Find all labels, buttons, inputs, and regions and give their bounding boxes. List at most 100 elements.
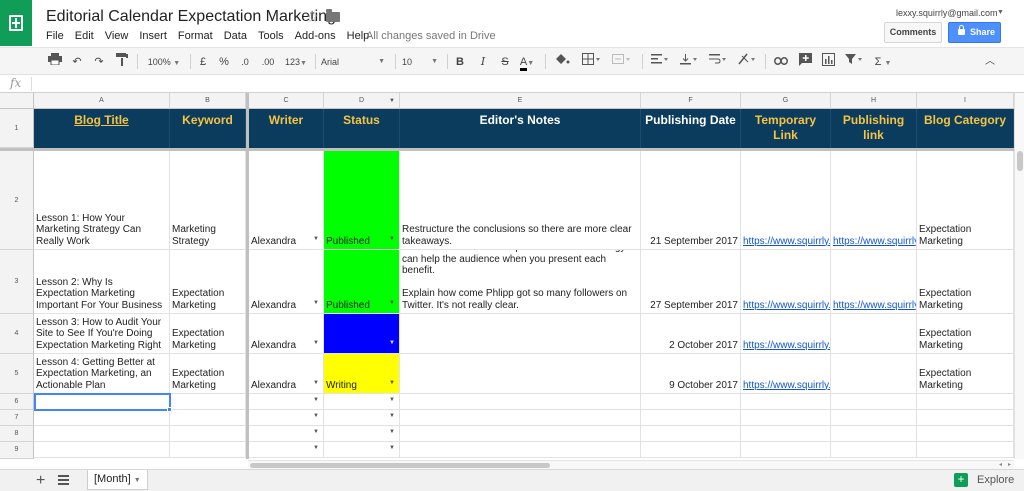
decrease-decimal-button[interactable]: .0 — [237, 53, 253, 71]
column-header-f[interactable]: F — [641, 93, 741, 109]
empty-cell[interactable] — [641, 394, 741, 410]
chevron-down-icon[interactable]: ▼ — [134, 477, 141, 484]
strikethrough-button[interactable]: S — [498, 53, 512, 71]
cell-keyword[interactable]: Expectation Marketing — [170, 250, 246, 314]
row-header-4[interactable]: 4 — [0, 314, 34, 354]
header-temporary-link[interactable]: Temporary Link — [741, 109, 831, 148]
empty-cell[interactable] — [641, 410, 741, 426]
merge-cells-icon[interactable] — [610, 53, 634, 71]
dropdown-arrow-icon[interactable]: ▼ — [389, 427, 395, 439]
cell-editors-notes[interactable]: Restructure the conclusions so there are… — [400, 151, 641, 250]
empty-cell[interactable]: ▼ — [324, 394, 400, 410]
dropdown-arrow-icon[interactable]: ▼ — [389, 338, 395, 350]
cell-editors-notes[interactable]: Add some concrete examples on how this s… — [400, 250, 641, 314]
row-header-2[interactable]: 2 — [0, 151, 34, 250]
cell-publishing-link[interactable] — [831, 354, 917, 394]
text-rotation-icon[interactable] — [736, 53, 758, 71]
menu-edit[interactable]: Edit — [75, 30, 94, 42]
fill-handle[interactable] — [167, 407, 172, 412]
increase-decimal-button[interactable]: .00 — [258, 53, 278, 71]
cell-publishing-link[interactable]: https://www.squirrly — [831, 151, 917, 250]
star-icon[interactable]: ☆ — [305, 7, 319, 27]
cell-blog-category[interactable]: Expectation Marketing — [917, 314, 1014, 354]
cell-selection[interactable] — [34, 393, 171, 411]
undo-icon[interactable]: ↶ — [68, 53, 86, 71]
column-header-g[interactable]: G — [741, 93, 831, 109]
save-status[interactable]: All changes saved in Drive — [366, 30, 496, 42]
temporary-link[interactable]: https://www.squirrly.c — [743, 380, 830, 392]
add-sheet-icon[interactable]: + — [36, 472, 45, 490]
empty-cell[interactable] — [741, 442, 831, 458]
vertical-align-icon[interactable] — [678, 53, 700, 71]
empty-cell[interactable] — [400, 442, 641, 458]
cell-keyword[interactable]: Expectation Marketing — [170, 314, 246, 354]
collapse-toolbar-icon[interactable]: ︿ — [982, 53, 998, 71]
menu-data[interactable]: Data — [224, 30, 247, 42]
row-header-1[interactable]: 1 — [0, 109, 34, 148]
folder-icon[interactable] — [326, 9, 340, 22]
header-writer[interactable]: Writer — [249, 109, 324, 148]
borders-icon[interactable] — [580, 53, 604, 71]
empty-cell[interactable] — [831, 442, 917, 458]
more-formats-button[interactable]: 123▼ — [283, 53, 309, 71]
empty-cell[interactable]: ▼ — [249, 442, 324, 458]
formula-input[interactable] — [36, 75, 1006, 92]
empty-cell[interactable] — [917, 410, 1014, 426]
column-header-h[interactable]: H — [831, 93, 917, 109]
dropdown-arrow-icon[interactable]: ▼ — [389, 378, 395, 390]
empty-cell[interactable] — [34, 426, 170, 442]
menu-file[interactable]: File — [46, 30, 64, 42]
select-all-corner[interactable] — [0, 93, 34, 109]
scroll-right-icon[interactable]: ▸ — [1008, 461, 1011, 468]
scroll-left-icon[interactable]: ◂ — [999, 461, 1002, 468]
empty-cell[interactable] — [831, 410, 917, 426]
chevron-down-icon[interactable]: ▼ — [389, 93, 395, 109]
comments-button[interactable]: Comments — [884, 22, 942, 43]
cell-publishing-date[interactable]: 27 September 2017 — [641, 250, 741, 314]
cell-publishing-date[interactable]: 2 October 2017 — [641, 314, 741, 354]
empty-cell[interactable] — [831, 426, 917, 442]
explore-button[interactable]: + Explore — [954, 473, 1014, 489]
text-color-button[interactable]: A▼ — [518, 53, 536, 71]
empty-cell[interactable] — [170, 394, 246, 410]
empty-cell[interactable] — [400, 394, 641, 410]
column-header-i[interactable]: I — [917, 93, 1014, 109]
cell-blog-title[interactable]: Lesson 4: Getting Better at Expectation … — [34, 354, 170, 394]
dropdown-arrow-icon[interactable]: ▼ — [313, 298, 319, 310]
empty-cell[interactable] — [741, 426, 831, 442]
dropdown-arrow-icon[interactable]: ▼ — [389, 443, 395, 455]
header-blog-title[interactable]: Blog Title — [34, 109, 170, 148]
cell-status[interactable]: Published ▼ — [324, 151, 400, 250]
insert-comment-icon[interactable] — [796, 53, 814, 71]
cell-status[interactable]: ▼ — [324, 314, 400, 354]
italic-button[interactable]: I — [476, 53, 490, 71]
cell-keyword[interactable]: Marketing Strategy — [170, 151, 246, 250]
percent-format-button[interactable]: % — [217, 53, 231, 71]
cell-blog-category[interactable]: Expectation Marketing — [917, 354, 1014, 394]
column-header-b[interactable]: B — [170, 93, 246, 109]
cell-blog-title[interactable]: Lesson 1: How Your Marketing Strategy Ca… — [34, 151, 170, 250]
cell-writer[interactable]: Alexandra ▼ — [249, 314, 324, 354]
temporary-link[interactable]: https://www.squirrly.c — [743, 300, 830, 312]
cell-blog-title[interactable]: Lesson 3: How to Audit Your Site to See … — [34, 314, 170, 354]
empty-cell[interactable] — [741, 394, 831, 410]
font-size-select[interactable]: 10 ▼ — [402, 53, 442, 71]
publishing-link[interactable]: https://www.squirrly — [833, 236, 916, 248]
empty-cell[interactable] — [641, 442, 741, 458]
cell-blog-category[interactable]: Expectation Marketing — [917, 250, 1014, 314]
publishing-link[interactable]: https://www.squirrly — [833, 300, 916, 312]
menu-tools[interactable]: Tools — [258, 30, 284, 42]
empty-cell[interactable]: ▼ — [249, 410, 324, 426]
functions-button[interactable]: Σ ▼ — [872, 53, 894, 71]
redo-icon[interactable]: ↷ — [90, 53, 108, 71]
row-header-3[interactable]: 3 — [0, 250, 34, 314]
empty-cell[interactable] — [831, 394, 917, 410]
insert-link-icon[interactable] — [772, 53, 790, 71]
empty-cell[interactable] — [34, 442, 170, 458]
paint-format-icon[interactable] — [113, 53, 131, 71]
dropdown-arrow-icon[interactable]: ▼ — [389, 395, 395, 407]
cell-blog-category[interactable]: Expectation Marketing — [917, 151, 1014, 250]
user-email[interactable]: lexxy.squirrly@gmail.com — [896, 8, 998, 18]
row-header-5[interactable]: 5 — [0, 354, 34, 394]
cell-publishing-link[interactable] — [831, 314, 917, 354]
